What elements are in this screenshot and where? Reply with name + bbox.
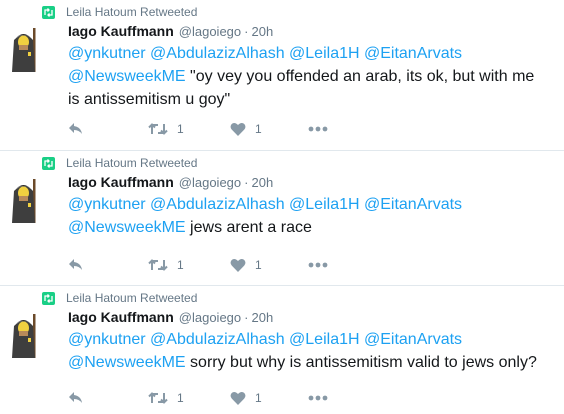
tweet-text: @ynkutner @AbdulazizAlhash @Leila1H @Eit… <box>68 42 548 111</box>
separator: · <box>244 310 249 325</box>
author-name[interactable]: Iago Kauffmann <box>68 309 174 325</box>
timestamp[interactable]: 20h <box>251 24 273 39</box>
author-handle[interactable]: @lagoiego <box>179 24 241 39</box>
retweet-icon <box>148 123 168 135</box>
like-button[interactable]: 1 <box>230 388 262 408</box>
heart-icon <box>230 391 246 405</box>
author-handle[interactable]: @lagoiego <box>179 175 241 190</box>
separator: · <box>244 24 249 39</box>
retweet-count: 1 <box>177 258 184 272</box>
retweet-badge-icon <box>42 291 55 305</box>
mention-links[interactable]: @ynkutner @AbdulazizAlhash @Leila1H @Eit… <box>68 331 462 348</box>
tweet-header: Iago Kauffmann @lagoiego · 20h <box>68 23 273 43</box>
avatar[interactable] <box>8 26 40 74</box>
retweet-badge-icon <box>42 156 55 170</box>
tweet[interactable]: Leila Hatoum Retweeted Iago Kauffmann @l… <box>0 151 564 285</box>
retweet-context: Leila Hatoum Retweeted <box>42 290 197 306</box>
more-icon <box>308 126 328 132</box>
tweet-header: Iago Kauffmann @lagoiego · 20h <box>68 174 273 194</box>
heart-icon <box>230 122 246 136</box>
reply-button[interactable] <box>68 255 84 275</box>
like-count: 1 <box>255 122 262 136</box>
avatar[interactable] <box>8 177 40 225</box>
reply-icon <box>69 392 82 403</box>
more-button[interactable] <box>308 255 328 275</box>
timeline: Leila Hatoum Retweeted Iago Kauffmann @l… <box>0 0 564 414</box>
like-count: 1 <box>255 391 262 405</box>
reply-button[interactable] <box>68 119 84 139</box>
heart-icon <box>230 258 246 272</box>
avatar[interactable] <box>8 312 40 360</box>
author-name[interactable]: Iago Kauffmann <box>68 174 174 190</box>
more-button[interactable] <box>308 119 328 139</box>
author-handle[interactable]: @lagoiego <box>179 310 241 325</box>
more-icon <box>308 262 328 268</box>
retweet-badge-icon <box>42 5 55 19</box>
retweet-button[interactable]: 1 <box>148 119 184 139</box>
retweet-button[interactable]: 1 <box>148 388 184 408</box>
mention-link[interactable]: @NewsweekME <box>68 354 186 371</box>
tweet-body: jews arent a race <box>185 219 312 236</box>
retweet-context: Leila Hatoum Retweeted <box>42 4 197 20</box>
retweet-button[interactable]: 1 <box>148 255 184 275</box>
separator: · <box>244 175 249 190</box>
tweet-body: sorry but why is antissemitism valid to … <box>185 354 537 371</box>
tweet-text: @ynkutner @AbdulazizAlhash @Leila1H @Eit… <box>68 193 548 239</box>
author-name[interactable]: Iago Kauffmann <box>68 23 174 39</box>
retweeted-by-label[interactable]: Leila Hatoum Retweeted <box>66 291 197 305</box>
reply-icon <box>69 123 82 134</box>
tweet-header: Iago Kauffmann @lagoiego · 20h <box>68 309 273 329</box>
like-button[interactable]: 1 <box>230 255 262 275</box>
mention-link[interactable]: @NewsweekME <box>68 68 186 85</box>
reply-button[interactable] <box>68 388 84 408</box>
retweet-count: 1 <box>177 122 184 136</box>
tweet[interactable]: Leila Hatoum Retweeted Iago Kauffmann @l… <box>0 0 564 150</box>
mention-links[interactable]: @ynkutner @AbdulazizAlhash @Leila1H @Eit… <box>68 196 462 213</box>
retweet-icon <box>148 392 168 404</box>
timestamp[interactable]: 20h <box>251 310 273 325</box>
retweeted-by-label[interactable]: Leila Hatoum Retweeted <box>66 156 197 170</box>
reply-icon <box>69 259 82 270</box>
retweet-count: 1 <box>177 391 184 405</box>
retweet-icon <box>148 259 168 271</box>
mention-link[interactable]: @NewsweekME <box>68 219 186 236</box>
timestamp[interactable]: 20h <box>251 175 273 190</box>
like-count: 1 <box>255 258 262 272</box>
more-icon <box>308 395 328 401</box>
retweeted-by-label[interactable]: Leila Hatoum Retweeted <box>66 5 197 19</box>
like-button[interactable]: 1 <box>230 119 262 139</box>
more-button[interactable] <box>308 388 328 408</box>
tweet-text: @ynkutner @AbdulazizAlhash @Leila1H @Eit… <box>68 328 548 374</box>
tweet[interactable]: Leila Hatoum Retweeted Iago Kauffmann @l… <box>0 286 564 414</box>
mention-links[interactable]: @ynkutner @AbdulazizAlhash @Leila1H @Eit… <box>68 45 462 62</box>
retweet-context: Leila Hatoum Retweeted <box>42 155 197 171</box>
